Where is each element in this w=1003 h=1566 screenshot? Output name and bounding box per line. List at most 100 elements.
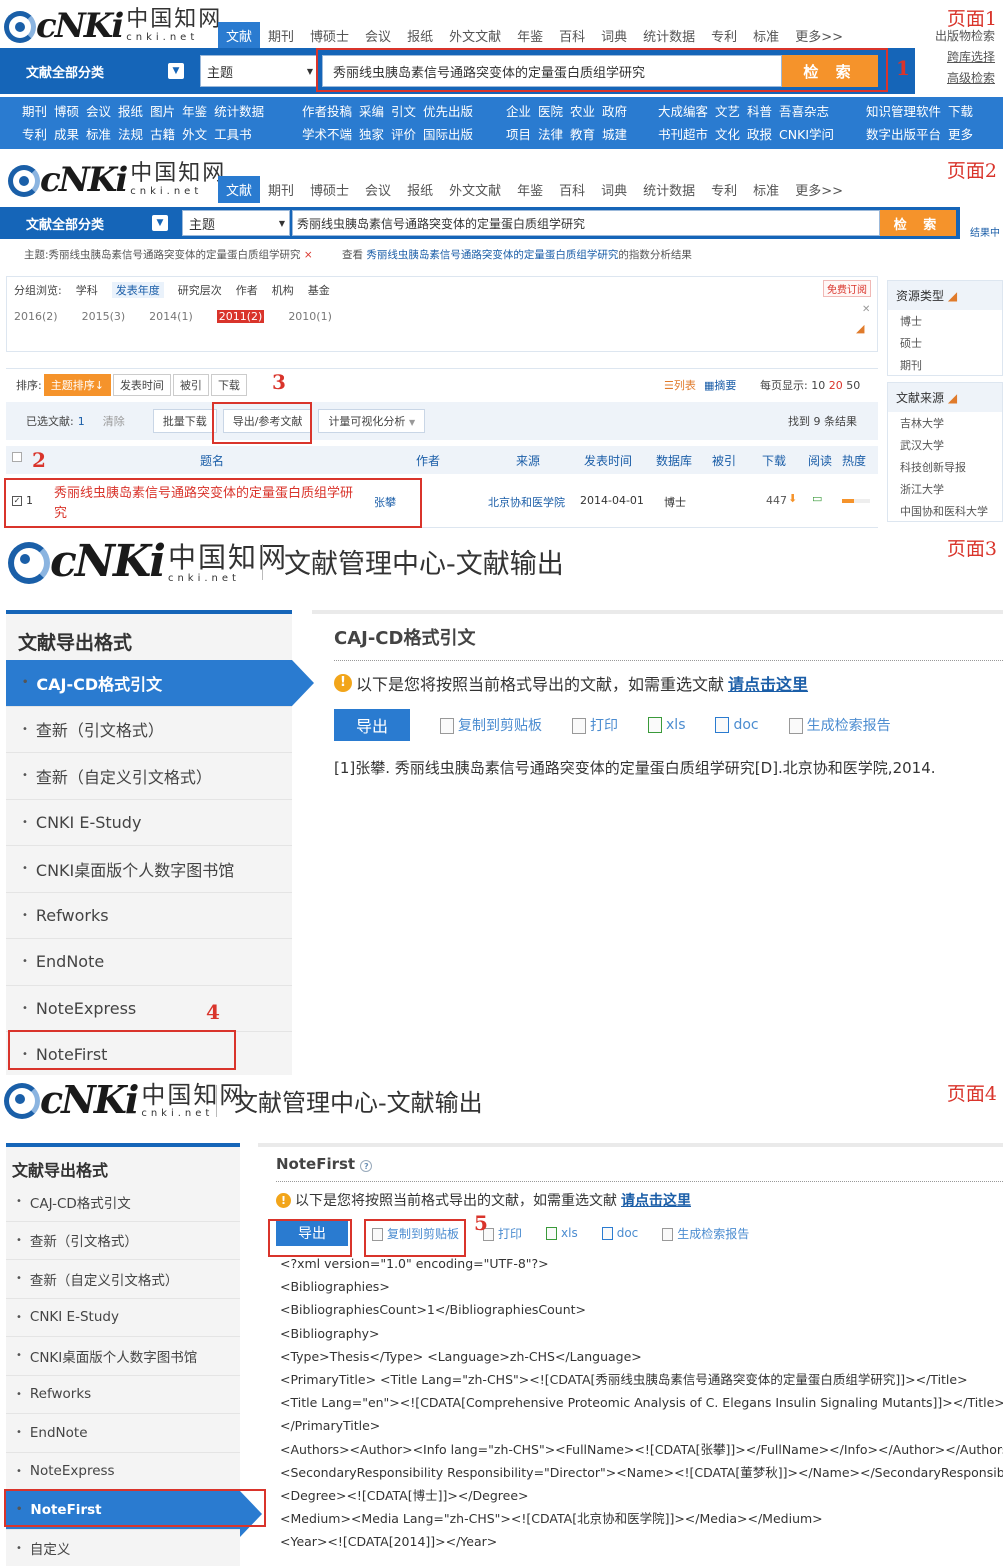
- search-input[interactable]: 秀丽线虫胰岛素信号通路突变体的定量蛋白质组学研究: [292, 210, 880, 236]
- chart-icon[interactable]: ◢: [948, 289, 957, 303]
- nav-link[interactable]: 法律: [538, 127, 563, 142]
- advanced-search-link[interactable]: 高级检索: [935, 68, 995, 89]
- search-in-results-link[interactable]: 结果中: [970, 224, 1000, 239]
- year-option[interactable]: 2014(1): [149, 310, 193, 323]
- reselect-link[interactable]: 请点击这里: [728, 671, 808, 695]
- nav-link[interactable]: 采编: [359, 104, 384, 119]
- field-select[interactable]: 主题 ▼: [182, 210, 290, 236]
- xls-button[interactable]: xls: [546, 1226, 578, 1240]
- format-custom[interactable]: 自定义: [6, 1529, 240, 1566]
- format-noteexpress[interactable]: NoteExpress: [6, 1452, 240, 1491]
- per-page-option[interactable]: 10: [811, 379, 825, 392]
- tab[interactable]: 期刊: [260, 176, 302, 203]
- chart-icon[interactable]: ◢: [948, 391, 957, 405]
- nav-link[interactable]: 独家: [359, 127, 384, 142]
- export-button[interactable]: 导出: [334, 709, 411, 741]
- tab[interactable]: 期刊: [260, 22, 302, 49]
- tab[interactable]: 外文文献: [441, 176, 509, 203]
- tab[interactable]: 报纸: [399, 176, 441, 203]
- format-caj-cd[interactable]: CAJ-CD格式引文: [6, 660, 314, 707]
- tab[interactable]: 百科: [551, 22, 593, 49]
- select-all-checkbox[interactable]: [12, 452, 22, 462]
- nav-link[interactable]: 报纸: [118, 104, 143, 119]
- tab[interactable]: 统计数据: [635, 22, 703, 49]
- format-chaxin[interactable]: 查新（引文格式）: [6, 1221, 240, 1260]
- nav-link[interactable]: 图片: [150, 104, 175, 119]
- close-icon[interactable]: ×: [304, 249, 313, 261]
- col-date[interactable]: 发表时间: [584, 452, 632, 469]
- group-level[interactable]: 研究层次: [178, 282, 222, 298]
- visual-analysis-button[interactable]: 计量可视化分析 ▼: [318, 409, 426, 433]
- close-icon[interactable]: ✕: [862, 304, 870, 315]
- nav-link[interactable]: 国际出版: [423, 127, 473, 142]
- copy-clipboard-button[interactable]: 复制到剪贴板: [440, 715, 542, 735]
- category-dropdown[interactable]: 文献全部分类 ▼: [4, 210, 174, 236]
- source-item[interactable]: 武汉大学: [888, 434, 1002, 456]
- publication-search-link[interactable]: 出版物检索: [935, 26, 995, 47]
- per-page-option[interactable]: 50: [846, 379, 860, 392]
- nav-link[interactable]: 标准: [86, 127, 111, 142]
- tab[interactable]: 年鉴: [509, 176, 551, 203]
- col-read[interactable]: 阅读: [808, 452, 832, 469]
- cnki-logo[interactable]: cNKi 中国知网 cnki.net: [8, 162, 226, 197]
- col-heat[interactable]: 热度: [842, 452, 866, 469]
- format-noteexpress[interactable]: NoteExpress: [6, 985, 292, 1032]
- nav-link[interactable]: 数字出版平台: [866, 127, 941, 142]
- format-desktop-library[interactable]: CNKI桌面版个人数字图书馆: [6, 1337, 240, 1376]
- cross-db-link[interactable]: 跨库选择: [935, 47, 995, 68]
- nav-link[interactable]: 文艺: [715, 104, 740, 119]
- format-chaxin-custom[interactable]: 查新（自定义引文格式）: [6, 1260, 240, 1299]
- tab-more[interactable]: 更多>>: [787, 176, 851, 203]
- format-caj-cd[interactable]: CAJ-CD格式引文: [6, 1183, 240, 1222]
- nav-link[interactable]: 优先出版: [423, 104, 473, 119]
- tab[interactable]: 百科: [551, 176, 593, 203]
- chart-icon[interactable]: ◢: [856, 322, 864, 335]
- view-abstract-toggle[interactable]: ▦摘要: [704, 377, 736, 393]
- format-chaxin-custom[interactable]: 查新（自定义引文格式）: [6, 753, 292, 800]
- nav-link[interactable]: 评价: [391, 127, 416, 142]
- tab[interactable]: 标准: [745, 22, 787, 49]
- nav-link[interactable]: 书刊超市: [658, 127, 708, 142]
- nav-link[interactable]: 工具书: [214, 127, 252, 142]
- col-title[interactable]: 题名: [200, 452, 224, 469]
- sort-cited-button[interactable]: 被引: [172, 373, 209, 396]
- year-option[interactable]: 2015(3): [82, 310, 126, 323]
- format-desktop-library[interactable]: CNKI桌面版个人数字图书馆: [6, 846, 292, 893]
- nav-link[interactable]: 法规: [118, 127, 143, 142]
- nav-link[interactable]: 外文: [182, 127, 207, 142]
- format-endnote[interactable]: EndNote: [6, 939, 292, 986]
- tab[interactable]: 词典: [593, 176, 635, 203]
- resource-item[interactable]: 博士: [888, 310, 1002, 332]
- sort-relevance-button[interactable]: 主题排序↓: [43, 373, 111, 396]
- nav-link[interactable]: 年鉴: [182, 104, 207, 119]
- format-e-study[interactable]: CNKI E-Study: [6, 799, 292, 846]
- nav-link[interactable]: 博硕: [54, 104, 79, 119]
- tab[interactable]: 年鉴: [509, 22, 551, 49]
- nav-link[interactable]: 科普: [747, 104, 772, 119]
- category-dropdown[interactable]: 文献全部分类 ▼: [4, 55, 190, 87]
- nav-link[interactable]: 更多: [948, 127, 973, 142]
- tab[interactable]: 外文文献: [441, 22, 509, 49]
- sort-download-button[interactable]: 下载: [210, 373, 247, 396]
- subscribe-button[interactable]: 免费订阅: [823, 280, 871, 297]
- print-button[interactable]: 打印: [483, 1225, 522, 1242]
- nav-link[interactable]: 大成编客: [658, 104, 708, 119]
- view-list-toggle[interactable]: ☰列表: [664, 377, 696, 393]
- download-icon[interactable]: ⬇: [788, 492, 797, 505]
- tab-wenxian[interactable]: 文献: [218, 176, 261, 203]
- print-button[interactable]: 打印: [572, 715, 618, 735]
- tab[interactable]: 会议: [357, 176, 399, 203]
- resource-item[interactable]: 期刊: [888, 354, 1002, 376]
- tab[interactable]: 统计数据: [635, 176, 703, 203]
- index-analysis-link[interactable]: 秀丽线虫胰岛素信号通路突变体的定量蛋白质组学研究: [366, 249, 618, 261]
- tab[interactable]: 词典: [593, 22, 635, 49]
- search-button[interactable]: 检 索: [880, 210, 956, 236]
- col-cited[interactable]: 被引: [712, 452, 736, 469]
- nav-link[interactable]: 知识管理软件: [866, 104, 941, 119]
- tab-more[interactable]: 更多>>: [787, 22, 851, 49]
- cnki-logo[interactable]: cNKi 中国知网 cnki.net: [4, 8, 222, 43]
- group-subject[interactable]: 学科: [76, 282, 98, 298]
- report-button[interactable]: 生成检索报告: [788, 715, 891, 735]
- doc-button[interactable]: doc: [715, 717, 759, 733]
- col-download[interactable]: 下载: [762, 452, 786, 469]
